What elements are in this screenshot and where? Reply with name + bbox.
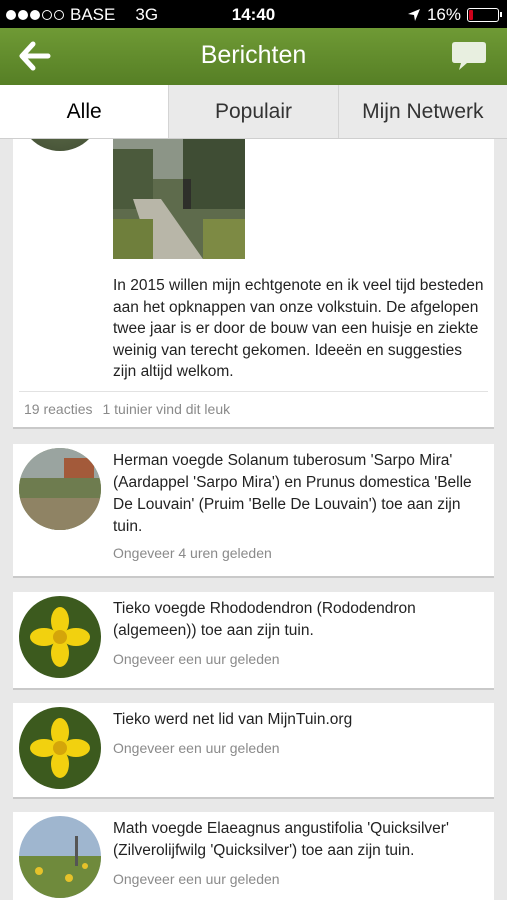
chat-bubble-icon[interactable] (451, 40, 487, 72)
battery-percent: 16% (426, 5, 461, 24)
activity-time: Ongeveer een uur geleden (113, 651, 280, 667)
activity-time: Ongeveer een uur geleden (113, 871, 280, 887)
post-photo[interactable] (113, 139, 245, 259)
activity-item[interactable]: Tieko werd net lid van MijnTuin.org Onge… (13, 703, 494, 799)
post-card[interactable]: In 2015 willen mijn echtgenote en ik vee… (13, 139, 494, 429)
tab-populair[interactable]: Populair (168, 85, 338, 138)
avatar (19, 816, 101, 898)
post-text: In 2015 willen mijn echtgenote en ik vee… (113, 277, 484, 380)
reactions-count[interactable]: 19 reacties (24, 401, 92, 417)
activity-text: Math voegde Elaeagnus angustifolia 'Quic… (113, 820, 449, 859)
location-arrow-icon (407, 9, 420, 21)
message-feed[interactable]: In 2015 willen mijn echtgenote en ik vee… (0, 139, 507, 900)
nav-bar: Berichten (0, 28, 507, 85)
divider (19, 391, 488, 392)
activity-text: Tieko werd net lid van MijnTuin.org (113, 711, 353, 728)
tab-mijn-netwerk[interactable]: Mijn Netwerk (337, 85, 507, 138)
battery-icon (467, 8, 502, 22)
activity-time: Ongeveer 4 uren geleden (113, 545, 272, 561)
activity-text: Herman voegde Solanum tuberosum 'Sarpo M… (113, 452, 472, 535)
tab-bar: Alle Populair Mijn Netwerk (0, 85, 507, 139)
likes-count[interactable]: 1 tuinier vind dit leuk (102, 401, 230, 417)
status-right: 16% (407, 5, 502, 25)
activity-item[interactable]: Tieko voegde Rhododendron (Rododendron (… (13, 592, 494, 690)
activity-item[interactable]: Herman voegde Solanum tuberosum 'Sarpo M… (13, 444, 494, 578)
avatar (19, 139, 101, 151)
avatar (19, 448, 101, 530)
activity-time: Ongeveer een uur geleden (113, 740, 280, 756)
activity-text: Tieko voegde Rhododendron (Rododendron (… (113, 600, 416, 639)
activity-item[interactable]: Math voegde Elaeagnus angustifolia 'Quic… (13, 812, 494, 900)
tab-alle[interactable]: Alle (0, 85, 169, 138)
avatar (19, 596, 101, 678)
status-bar: BASE 3G 14:40 16% (0, 0, 507, 28)
post-stats: 19 reacties 1 tuinier vind dit leuk (24, 401, 230, 417)
page-title: Berichten (200, 41, 307, 69)
avatar (19, 707, 101, 789)
